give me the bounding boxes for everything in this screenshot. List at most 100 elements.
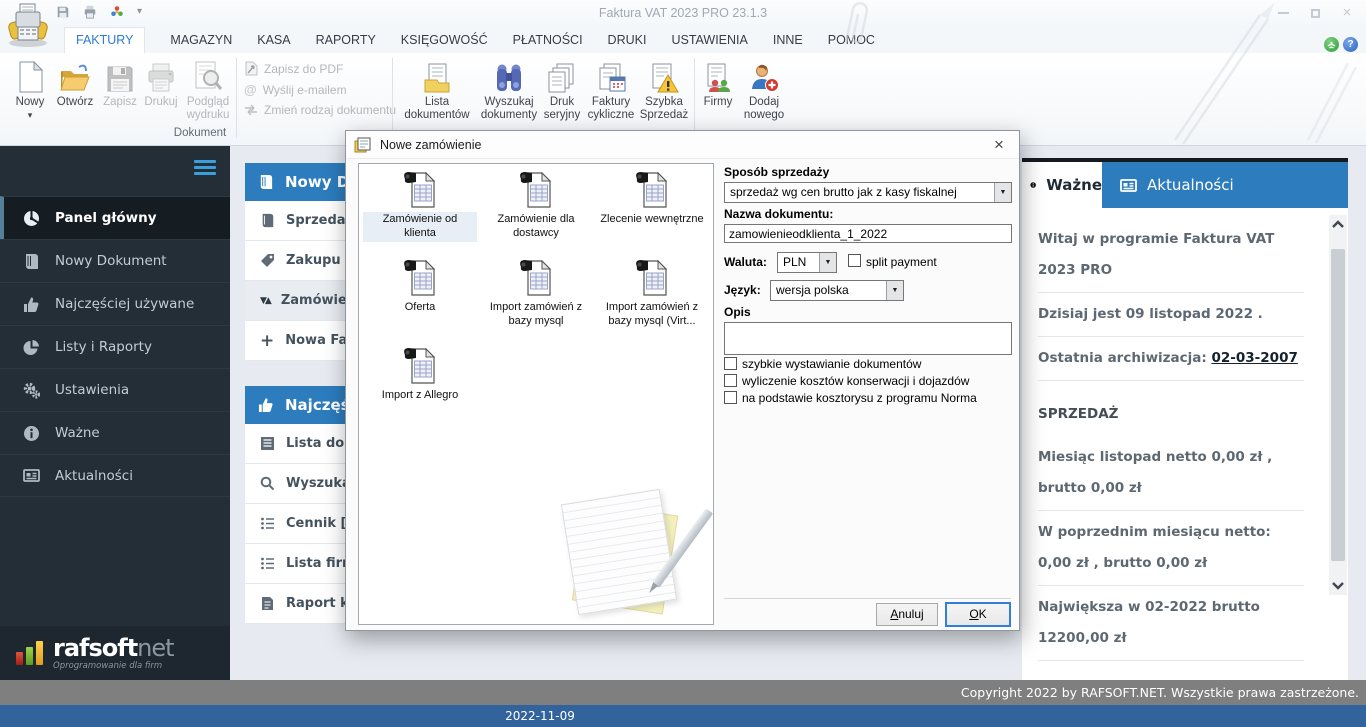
- cyclic-invoices-icon: [596, 57, 626, 93]
- serial-print-button[interactable]: Druk seryjny: [541, 57, 583, 122]
- online-status-icon[interactable]: [1324, 37, 1339, 52]
- companies-icon: [704, 57, 732, 93]
- quick-sale-warning-icon: [649, 57, 679, 93]
- print-preview-button[interactable]: Podgląd wydruku: [182, 57, 234, 122]
- report-document-icon: [262, 597, 273, 610]
- sidebar-menu: Panel główny Nowy Dokument Najczęściej u…: [0, 196, 230, 497]
- save-button[interactable]: Zapisz: [100, 57, 140, 109]
- order-type-zamowienie-dla-dostawcy[interactable]: Zamówienie dla dostawcy: [478, 170, 594, 258]
- tab-ustawienia[interactable]: USTAWIENIA: [671, 28, 747, 52]
- order-type-oferta[interactable]: Oferta: [362, 258, 478, 346]
- sidebar-item-ustawienia[interactable]: Ustawienia: [0, 368, 230, 411]
- sale-method-select[interactable]: sprzedaż wg cen brutto jak z kasy fiskal…: [724, 182, 1012, 203]
- book-icon: [26, 253, 38, 269]
- order-type-zlecenie-wewnetrzne[interactable]: Zlecenie wewnętrzne: [594, 170, 710, 258]
- description-textarea[interactable]: [724, 322, 1012, 355]
- open-button[interactable]: Otwórz: [52, 57, 98, 109]
- quick-sale-button[interactable]: Szybka Sprzedaż: [637, 57, 691, 122]
- sidebar-item-wazne[interactable]: Ważne: [0, 411, 230, 454]
- dialog-close-button[interactable]: ×: [988, 134, 1010, 156]
- hamburger-menu-icon[interactable]: [194, 160, 216, 175]
- ok-button[interactable]: OK: [945, 602, 1011, 627]
- sidebar-item-aktualnosci[interactable]: Aktualności: [0, 454, 230, 497]
- maintenance-costs-checkbox[interactable]: [724, 374, 737, 387]
- chevron-down-icon[interactable]: ▼: [819, 253, 836, 272]
- cancel-button[interactable]: Anuluj: [876, 603, 938, 626]
- notepad-watermark: [559, 488, 714, 620]
- archive-date-link[interactable]: 02-03-2007: [1212, 350, 1298, 366]
- open-folder-icon: [59, 57, 91, 93]
- send-email-button[interactable]: @ Wyślij e-mailem: [244, 82, 347, 97]
- app-menu-button[interactable]: [5, 1, 51, 49]
- pen-graphic: [651, 508, 714, 588]
- scroll-up-icon[interactable]: [1332, 219, 1344, 229]
- tab-aktualnosci[interactable]: Aktualności: [1102, 162, 1348, 208]
- chevron-down-icon[interactable]: ▼: [886, 281, 903, 300]
- tab-raporty[interactable]: RAPORTY: [316, 28, 376, 52]
- order-type-import-mysql-virt[interactable]: Import zamówień z bazy mysql (Virt...: [594, 258, 710, 346]
- norma-estimate-checkbox[interactable]: [724, 391, 737, 404]
- add-person-icon: [749, 57, 779, 93]
- order-type-import-allegro[interactable]: Import z Allegro: [362, 346, 478, 434]
- order-type-zamowienie-od-klienta[interactable]: Zamówienie od klienta: [362, 170, 478, 258]
- minimize-button[interactable]: [1274, 4, 1292, 22]
- rafsoft-logo: rafsoftnet Oprogramowanie dla firm: [0, 626, 230, 680]
- book-icon: [260, 174, 273, 190]
- newspaper-icon: [1120, 178, 1137, 192]
- tab-faktury[interactable]: FAKTURY: [64, 27, 146, 53]
- sidebar-item-nowy-dokument[interactable]: Nowy Dokument: [0, 239, 230, 282]
- quick-settings-icon[interactable]: [110, 5, 124, 19]
- logo-tagline: Oprogramowanie dla firm: [53, 660, 163, 671]
- tab-inne[interactable]: INNE: [773, 28, 803, 52]
- scrollbar-thumb[interactable]: [1331, 249, 1345, 561]
- new-dropdown-caret-icon[interactable]: ▾: [28, 110, 33, 121]
- order-document-icon: [518, 170, 554, 210]
- cyclic-invoices-button[interactable]: Faktury cykliczne: [583, 57, 639, 122]
- tab-magazyn[interactable]: MAGAZYN: [170, 28, 232, 52]
- sales-heading: SPRZEDAŻ: [1038, 406, 1119, 422]
- tab-kasa[interactable]: KASA: [257, 28, 290, 52]
- info-icon: [1030, 182, 1036, 188]
- description-label: Opis: [724, 305, 751, 319]
- order-type-import-mysql[interactable]: Import zamówień z bazy mysql: [478, 258, 594, 346]
- companies-button[interactable]: Firmy: [698, 57, 738, 109]
- copyright-bar: Copyright 2022 by RAFSOFT.NET. Wszystkie…: [0, 680, 1366, 705]
- right-panel-scrollbar[interactable]: [1329, 215, 1347, 595]
- quick-access-caret-icon[interactable]: ▾: [137, 5, 142, 19]
- tab-ksiegowosc[interactable]: KSIĘGOWOŚĆ: [401, 28, 488, 52]
- help-icon[interactable]: ?: [1343, 37, 1358, 52]
- sidebar-item-panel-glowny[interactable]: Panel główny: [0, 196, 230, 239]
- sidebar-item-najczesciej-uzywane[interactable]: Najczęściej używane: [0, 282, 230, 325]
- document-name-input[interactable]: [724, 224, 1012, 243]
- tab-platnosci[interactable]: PŁATNOŚCI: [513, 28, 583, 52]
- book-icon: [262, 213, 274, 228]
- add-new-contact-button[interactable]: Dodaj nowego: [740, 57, 788, 122]
- change-doc-type-button[interactable]: Zmień rodzaj dokumentu: [244, 103, 396, 117]
- minimize-icon: [1277, 12, 1289, 14]
- save-pdf-button[interactable]: Zapisz do PDF: [244, 61, 343, 76]
- sidebar-item-listy-i-raporty[interactable]: Listy i Raporty: [0, 325, 230, 368]
- close-button[interactable]: ×: [1338, 4, 1356, 22]
- chevron-down-icon[interactable]: ▼: [994, 183, 1011, 202]
- quick-issue-checkbox[interactable]: [724, 357, 737, 370]
- quick-access-toolbar: ▾: [56, 5, 142, 19]
- new-document-button[interactable]: Nowy ▾: [8, 57, 52, 121]
- split-payment-checkbox[interactable]: [848, 254, 861, 267]
- tab-pomoc[interactable]: POMOC: [828, 28, 875, 52]
- search-documents-button[interactable]: Wyszukaj dokumenty: [477, 57, 541, 122]
- quick-print-icon[interactable]: [83, 5, 97, 19]
- print-button[interactable]: Drukuj: [140, 57, 182, 109]
- window-controls: ×: [1274, 4, 1356, 22]
- tab-wazne[interactable]: Ważne: [1022, 162, 1102, 208]
- order-document-icon: [402, 346, 438, 386]
- document-name-label: Nazwa dokumentu:: [724, 207, 834, 221]
- maximize-button[interactable]: [1306, 4, 1324, 22]
- titlebar: Faktura VAT 2023 PRO 23.1.3: [0, 0, 1366, 27]
- currency-select[interactable]: PLN ▼: [777, 252, 837, 273]
- quick-save-icon[interactable]: [56, 5, 70, 19]
- list-documents-button[interactable]: Lista dokumentów: [399, 57, 475, 122]
- language-select[interactable]: wersja polska ▼: [770, 280, 904, 301]
- tab-druki[interactable]: DRUKI: [608, 28, 647, 52]
- pdf-icon: [245, 61, 258, 76]
- scroll-down-icon[interactable]: [1332, 581, 1344, 591]
